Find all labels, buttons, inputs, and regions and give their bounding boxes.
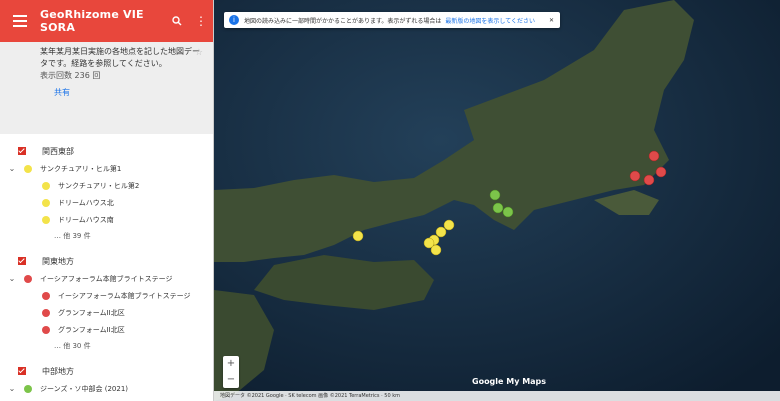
- place-marker-icon: [42, 325, 50, 334]
- item-label: ドリームハウス南: [58, 215, 114, 224]
- share-link[interactable]: 共有: [40, 87, 203, 98]
- layer-kansai: 関西東部 ⌄ サンクチュアリ・ヒル第1 サンクチュアリ・ヒル第2 ドリームハウス…: [0, 142, 213, 244]
- info-link[interactable]: 最新版の地図を表示してください: [445, 16, 535, 25]
- green-marker[interactable]: [492, 202, 504, 214]
- list-item[interactable]: ドリームハウス南: [0, 211, 213, 228]
- red-marker[interactable]: [643, 174, 655, 186]
- item-label: サンクチュアリ・ヒル第2: [58, 181, 140, 190]
- layer-name: 関東地方: [42, 256, 74, 266]
- app-title: GeoRhizome VIE SORA: [40, 8, 144, 34]
- map-canvas[interactable]: [214, 0, 780, 401]
- map-description: 某年某月某日実施の各地点を記した地図データです。経路を参照してください。 表示回…: [0, 42, 213, 134]
- more-items-link[interactable]: … 他 30 件: [0, 338, 213, 354]
- yellow-marker[interactable]: [443, 219, 455, 231]
- item-label: グランフォームII北区: [58, 308, 125, 317]
- red-marker[interactable]: [629, 170, 641, 182]
- list-item[interactable]: ドリームハウス北: [0, 194, 213, 211]
- place-marker-icon: [24, 164, 32, 173]
- description-text: 某年某月某日実施の各地点を記した地図データです。経路を参照してください。: [40, 47, 200, 68]
- sidebar: GeoRhizome VIE SORA ⋮ 某年某月某日実施の各地点を記した地図…: [0, 0, 214, 401]
- more-vert-icon[interactable]: ⋮: [189, 14, 213, 28]
- place-marker-icon: [42, 291, 50, 300]
- yellow-marker[interactable]: [435, 226, 447, 238]
- green-marker[interactable]: [489, 189, 501, 201]
- place-marker-icon: [42, 181, 50, 190]
- hamburger-menu-icon[interactable]: [0, 20, 40, 22]
- close-icon[interactable]: ✕: [549, 17, 554, 24]
- layer-checkbox[interactable]: [18, 147, 26, 155]
- zoom-out-button[interactable]: −: [223, 372, 239, 388]
- place-marker-icon: [42, 308, 50, 317]
- layer-header[interactable]: 関西東部: [0, 142, 213, 160]
- list-item[interactable]: サンクチュアリ・ヒル第2: [0, 177, 213, 194]
- item-label: ジーンズ・ソ中部会 (2021): [40, 384, 129, 393]
- yellow-marker[interactable]: [423, 237, 435, 249]
- item-label: イーシアフォーラム本館ブライトステージ: [58, 291, 191, 300]
- item-label: ドリームハウス北: [58, 198, 114, 207]
- list-item[interactable]: グランフォームII北区: [0, 304, 213, 321]
- list-item[interactable]: ⌄ サンクチュアリ・ヒル第1: [0, 160, 213, 177]
- item-label: サンクチュアリ・ヒル第1: [40, 164, 122, 173]
- view-count: 表示回数 236 回: [40, 71, 101, 80]
- list-item[interactable]: イーシアフォーラム本館ブライトステージ: [0, 287, 213, 304]
- search-icon[interactable]: [165, 16, 189, 26]
- place-marker-icon: [42, 198, 50, 207]
- layer-checkbox[interactable]: [18, 257, 26, 265]
- chevron-down-icon[interactable]: ⌄: [0, 164, 24, 173]
- layer-header[interactable]: 関東地方: [0, 252, 213, 270]
- item-label: イーシアフォーラム本館ブライトステージ: [40, 274, 173, 283]
- layer-header[interactable]: 中部地方: [0, 362, 213, 380]
- list-item[interactable]: ⌄ ジーンズ・ソ中部会 (2021): [0, 380, 213, 397]
- zoom-in-button[interactable]: +: [223, 356, 239, 372]
- yellow-marker[interactable]: [352, 230, 364, 242]
- more-items-link[interactable]: … 他 39 件: [0, 228, 213, 244]
- layer-name: 中部地方: [42, 366, 74, 376]
- app-header: GeoRhizome VIE SORA ⋮: [0, 0, 213, 42]
- list-item[interactable]: グランフォームII北区: [0, 321, 213, 338]
- layer-name: 関西東部: [42, 146, 74, 156]
- list-item[interactable]: ⌄ イーシアフォーラム本館ブライトステージ: [0, 270, 213, 287]
- red-marker[interactable]: [648, 150, 660, 162]
- map-markers: [352, 150, 667, 256]
- place-marker-icon: [42, 215, 50, 224]
- map-attribution: 地図データ ©2021 Google · SK telecom 画像 ©2021…: [214, 391, 780, 401]
- layer-kanto: 関東地方 ⌄ イーシアフォーラム本館ブライトステージ イーシアフォーラム本館ブラ…: [0, 252, 213, 354]
- chevron-down-icon[interactable]: ⌄: [0, 274, 24, 283]
- info-banner: i 地図の読み込みに一部時間がかかることがあります。表示がずれる場合は 最新版の…: [224, 12, 560, 28]
- chevron-down-icon[interactable]: ⌄: [0, 384, 24, 393]
- item-label: グランフォームII北区: [58, 325, 125, 334]
- place-marker-icon: [24, 384, 32, 393]
- layer-chubu: 中部地方 ⌄ ジーンズ・ソ中部会 (2021): [0, 362, 213, 397]
- google-my-maps-logo: Google My Maps: [472, 377, 547, 386]
- info-text: 地図の読み込みに一部時間がかかることがあります。表示がずれる場合は: [244, 17, 442, 25]
- red-marker[interactable]: [655, 166, 667, 178]
- info-icon: i: [229, 15, 239, 25]
- zoom-control: + −: [223, 356, 239, 388]
- green-marker[interactable]: [502, 206, 514, 218]
- place-marker-icon: [24, 274, 32, 283]
- layer-checkbox[interactable]: [18, 367, 26, 375]
- star-icon[interactable]: ☆: [195, 48, 203, 58]
